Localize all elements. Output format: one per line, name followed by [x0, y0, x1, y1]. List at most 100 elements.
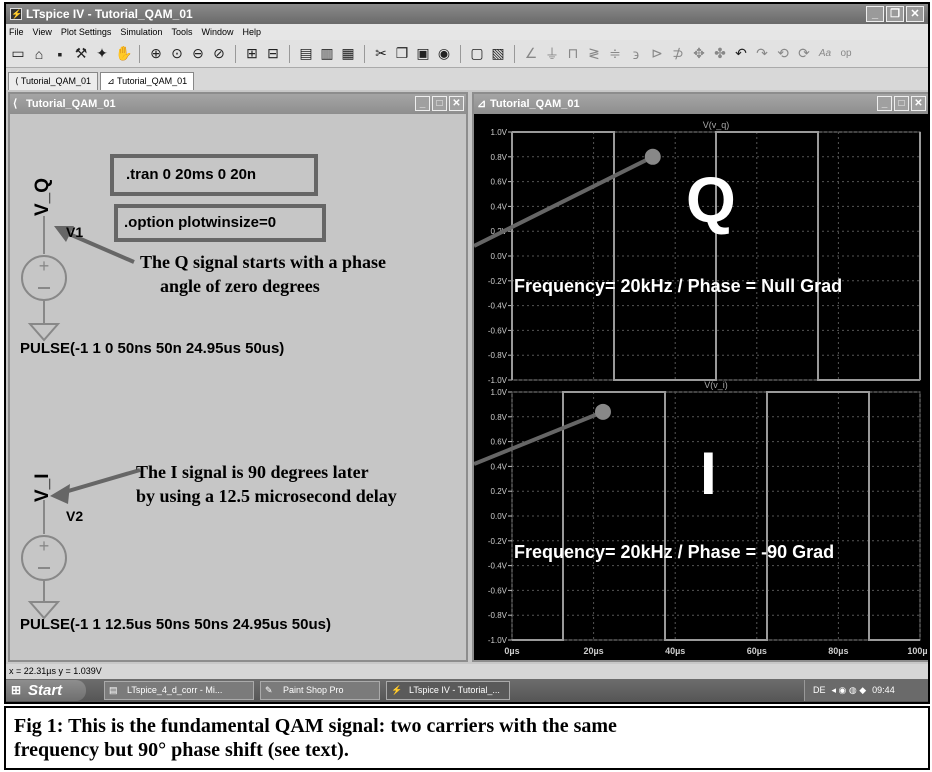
q-frequency-note: Frequency= 20kHz / Phase = Null Grad [514, 276, 843, 296]
zoom-out-icon[interactable]: ⊖ [190, 45, 206, 62]
status-bar: x = 22.31µs y = 1.039V [6, 664, 928, 679]
window-title: LTspice IV - Tutorial_QAM_01 [26, 7, 193, 21]
inductor-icon[interactable]: ϶ [628, 46, 644, 62]
i-ytick-label: -0.8V [488, 611, 508, 620]
q-ytick-label: 0.8V [491, 153, 508, 162]
i-cursor-dot [594, 403, 611, 420]
schematic-canvas[interactable]: + + .tran 0 20ms 0 20n .option plotwinsi… [10, 114, 466, 660]
print-icon[interactable]: ▧ [490, 45, 506, 62]
component-icon[interactable]: ⊅ [670, 45, 686, 62]
menu-simulation[interactable]: Simulation [120, 24, 162, 40]
undo-icon[interactable]: ↶ [733, 45, 749, 62]
i-xtick-label: 100µs [907, 646, 928, 656]
waveform-title-bar: ⊿ Tutorial_QAM_01 _ □ ✕ [474, 94, 928, 114]
tray-icons[interactable]: ◂ ◉ ◍ ◆ [832, 680, 867, 701]
figure-caption: Fig 1: This is the fundamental QAM signa… [4, 706, 930, 770]
menu-help[interactable]: Help [242, 24, 261, 40]
v1-ground-icon [27, 323, 61, 342]
task-ltspice[interactable]: ⚡ LTspice IV - Tutorial_... [386, 681, 510, 700]
resistor-icon[interactable]: ≷ [586, 45, 602, 62]
rotate-icon[interactable]: ⟲ [775, 45, 791, 62]
menu-file[interactable]: File [9, 24, 24, 40]
component-label-v1[interactable]: V1 [66, 224, 83, 240]
q-ytick-label: -1.0V [488, 376, 508, 385]
document-tabs: ⟨ Tutorial_QAM_01 ⊿ Tutorial_QAM_01 [6, 68, 928, 90]
restore-button[interactable]: ❐ [886, 6, 904, 22]
open-schematic-icon[interactable]: ▭ [10, 45, 26, 62]
i-big-label: I [700, 440, 717, 507]
start-button[interactable]: ⊞ Start [6, 680, 86, 701]
halt-icon[interactable]: ✋ [115, 45, 132, 62]
i-ytick-label: 0.0V [491, 512, 508, 521]
tile-icon[interactable]: ▤ [298, 45, 314, 62]
menu-window[interactable]: Window [201, 24, 233, 40]
i-trace-title: V(v_i) [704, 380, 728, 390]
menu-plot-settings[interactable]: Plot Settings [61, 24, 112, 40]
mirror-icon[interactable]: ⟳ [796, 45, 812, 62]
windows-logo-icon: ⊞ [11, 683, 22, 697]
waveform-window-icon: ⊿ [477, 98, 487, 110]
menu-bar: File View Plot Settings Simulation Tools… [6, 24, 928, 40]
pulse-spec-v1[interactable]: PULSE(-1 1 0 50ns 50n 24.95us 50us) [20, 340, 284, 357]
run-icon[interactable]: ✦ [94, 45, 110, 62]
open-folder-icon[interactable]: ⌂ [31, 46, 47, 62]
spice-directive-icon[interactable]: op [838, 48, 854, 59]
zoom-fit-icon[interactable]: ⊘ [211, 45, 227, 62]
wire-icon[interactable]: ∠ [523, 45, 539, 62]
waveform-minimize-button[interactable]: _ [877, 96, 892, 111]
menu-tools[interactable]: Tools [171, 24, 192, 40]
cascade-icon[interactable]: ▥ [319, 45, 335, 62]
autorange-icon[interactable]: ⊞ [244, 45, 260, 62]
paste-icon[interactable]: ▣ [415, 45, 431, 62]
word-icon: ▤ [109, 685, 118, 695]
q-cursor-dot [644, 148, 661, 165]
component-label-v2[interactable]: V2 [66, 508, 83, 524]
control-panel-icon[interactable]: ⚒ [73, 45, 89, 62]
close-all-icon[interactable]: ▦ [340, 45, 356, 62]
waveform-close-button[interactable]: ✕ [911, 96, 926, 111]
taskbar: ⊞ Start ▤ LTspice_4_d_corr - Mi... ✎ Pai… [6, 679, 928, 702]
zoom-pan-icon[interactable]: ⊙ [169, 45, 185, 62]
menu-view[interactable]: View [33, 24, 52, 40]
close-button[interactable]: ✕ [906, 6, 924, 22]
language-indicator[interactable]: DE [813, 680, 826, 701]
drag-icon[interactable]: ✤ [712, 45, 728, 62]
cut-icon[interactable]: ✂ [373, 45, 389, 62]
waveform-icon: ⊿ [107, 76, 117, 86]
waveform-canvas[interactable]: V(v_q) 1.0V 0.8V 0.6V 0.4V 0.2V 0.0V -0.2V -0.4V… [474, 114, 928, 660]
system-tray: DE ◂ ◉ ◍ ◆ 09:44 [804, 680, 928, 701]
schematic-minimize-button[interactable]: _ [415, 96, 430, 111]
zoom-in-icon[interactable]: ⊕ [148, 45, 164, 62]
ground-icon[interactable]: ⏚ [544, 44, 560, 64]
tran-directive[interactable]: .tran 0 20ms 0 20n [110, 154, 318, 196]
diode-icon[interactable]: ⊳ [649, 45, 665, 62]
i-annotation-arrow [57, 468, 141, 496]
print-setup-icon[interactable]: ▢ [469, 45, 485, 62]
ltspice-screenshot: ⚡ LTspice IV - Tutorial_QAM_01 _ ❐ ✕ Fil… [4, 2, 930, 704]
tab-waveform[interactable]: ⊿ Tutorial_QAM_01 [100, 72, 195, 90]
move-icon[interactable]: ✥ [691, 45, 707, 62]
tab-schematic[interactable]: ⟨ Tutorial_QAM_01 [8, 72, 99, 90]
find-icon[interactable]: ◉ [436, 45, 452, 62]
minimize-button[interactable]: _ [866, 6, 884, 22]
task-word-document[interactable]: ▤ LTspice_4_d_corr - Mi... [104, 681, 254, 700]
waveform-window[interactable]: ⊿ Tutorial_QAM_01 _ □ ✕ V(v_q) 1.0V 0.8V 0.… [472, 92, 928, 662]
i-ytick-label: -0.4V [488, 562, 508, 571]
schematic-restore-button[interactable]: □ [432, 96, 447, 111]
pulse-spec-v2[interactable]: PULSE(-1 1 12.5us 50ns 50ns 24.95us 50us… [20, 616, 331, 633]
capacitor-icon[interactable]: ≑ [607, 45, 623, 62]
net-label-vi[interactable]: V_I [32, 473, 54, 502]
copy-icon[interactable]: ❐ [394, 45, 410, 62]
waveform-restore-button[interactable]: □ [894, 96, 909, 111]
task-paint-shop-pro[interactable]: ✎ Paint Shop Pro [260, 681, 380, 700]
label-net-icon[interactable]: ⊓ [565, 45, 581, 62]
redo-icon[interactable]: ↷ [754, 45, 770, 62]
schematic-close-button[interactable]: ✕ [449, 96, 464, 111]
text-icon[interactable]: Aa [817, 48, 833, 59]
schematic-window[interactable]: ⟨ Tutorial_QAM_01 _ □ ✕ + + .tran 0 20ms… [8, 92, 468, 662]
mark-unused-icon[interactable]: ⊟ [265, 45, 281, 62]
option-directive[interactable]: .option plotwinsize=0 [114, 204, 326, 242]
net-label-vq[interactable]: V_Q [32, 178, 54, 216]
schematic-window-icon: ⟨ [13, 98, 18, 110]
save-icon[interactable]: ▪ [52, 46, 68, 62]
